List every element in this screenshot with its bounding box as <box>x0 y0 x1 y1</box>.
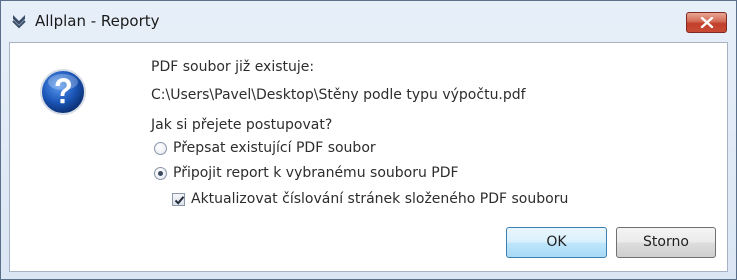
overwrite-radio[interactable] <box>154 142 167 155</box>
checkmark-icon <box>174 196 185 205</box>
close-button[interactable] <box>686 12 727 33</box>
window-title: Allplan - Reporty <box>35 12 160 30</box>
file-exists-message: PDF soubor již existuje: <box>151 59 315 75</box>
close-icon <box>700 17 714 28</box>
allplan-app-icon <box>11 13 27 29</box>
title-bar[interactable]: Allplan - Reporty <box>1 1 736 45</box>
file-path: C:\Users\Pavel\Desktop\Stěny podle typu … <box>151 87 526 103</box>
overwrite-label: Přepsat existující PDF soubor <box>173 140 376 156</box>
update-numbering-checkbox[interactable] <box>172 193 185 206</box>
update-numbering-label: Aktualizovat číslování stránek složeného… <box>191 191 569 207</box>
append-radio[interactable] <box>154 167 167 180</box>
cancel-button[interactable]: Storno <box>616 227 716 258</box>
dialog-window: Allplan - Reporty PDF soubor již existuj… <box>0 0 737 280</box>
append-label: Připojit report k vybranému souboru PDF <box>173 165 459 181</box>
ok-button[interactable]: OK <box>506 227 607 258</box>
question-text: Jak si přejete postupovat? <box>151 117 333 133</box>
question-icon <box>39 68 87 116</box>
